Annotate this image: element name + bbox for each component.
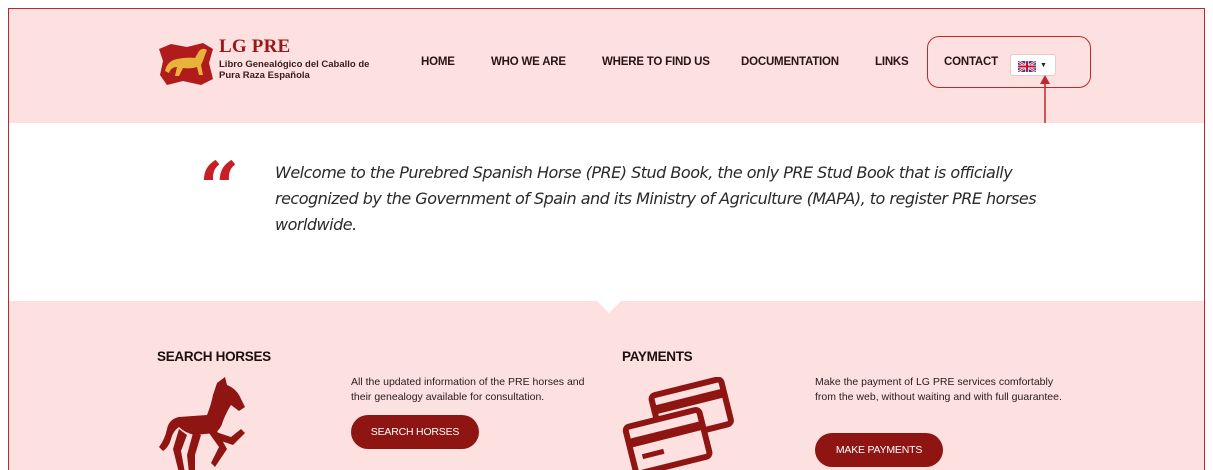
logo-subtitle: Libro Genealógico del Caballo de Pura Ra… xyxy=(219,59,370,81)
chevron-down-icon: ▼ xyxy=(1040,62,1047,69)
logo-title: LG PRE xyxy=(219,36,291,57)
nav-home[interactable]: HOME xyxy=(421,56,455,68)
welcome-section: “ Welcome to the Purebred Spanish Horse … xyxy=(9,123,1204,301)
site-logo[interactable]: LG PRE Libro Genealógico del Caballo de … xyxy=(157,36,387,96)
annotation-highlight-box xyxy=(927,36,1091,88)
site-header: LG PRE Libro Genealógico del Caballo de … xyxy=(9,9,1204,123)
nav-links[interactable]: LINKS xyxy=(875,56,909,68)
quote-mark-icon: “ xyxy=(199,146,240,229)
search-horses-title: SEARCH HORSES xyxy=(157,349,271,364)
search-horses-button[interactable]: SEARCH HORSES xyxy=(351,415,479,449)
welcome-text: Welcome to the Purebred Spanish Horse (P… xyxy=(275,163,1037,234)
nav-where-to-find-us[interactable]: WHERE TO FIND US xyxy=(602,56,710,68)
horse-logo-icon xyxy=(159,43,213,85)
nav-who-we-are[interactable]: WHO WE ARE xyxy=(491,56,566,68)
page-frame: LG PRE Libro Genealógico del Caballo de … xyxy=(8,8,1205,470)
payments-description: Make the payment of LG PRE services comf… xyxy=(815,376,1062,403)
credit-cards-icon xyxy=(622,377,734,470)
uk-flag-icon xyxy=(1018,61,1036,72)
search-horses-description: All the updated information of the PRE h… xyxy=(351,376,585,403)
language-selector[interactable]: ▼ xyxy=(1010,54,1056,76)
section-notch xyxy=(595,299,623,313)
payments-title: PAYMENTS xyxy=(622,349,693,364)
make-payments-button[interactable]: MAKE PAYMENTS xyxy=(815,433,943,467)
horse-icon xyxy=(159,377,245,470)
nav-documentation[interactable]: DOCUMENTATION xyxy=(741,56,839,68)
annotation-arrow-icon xyxy=(1040,75,1050,123)
